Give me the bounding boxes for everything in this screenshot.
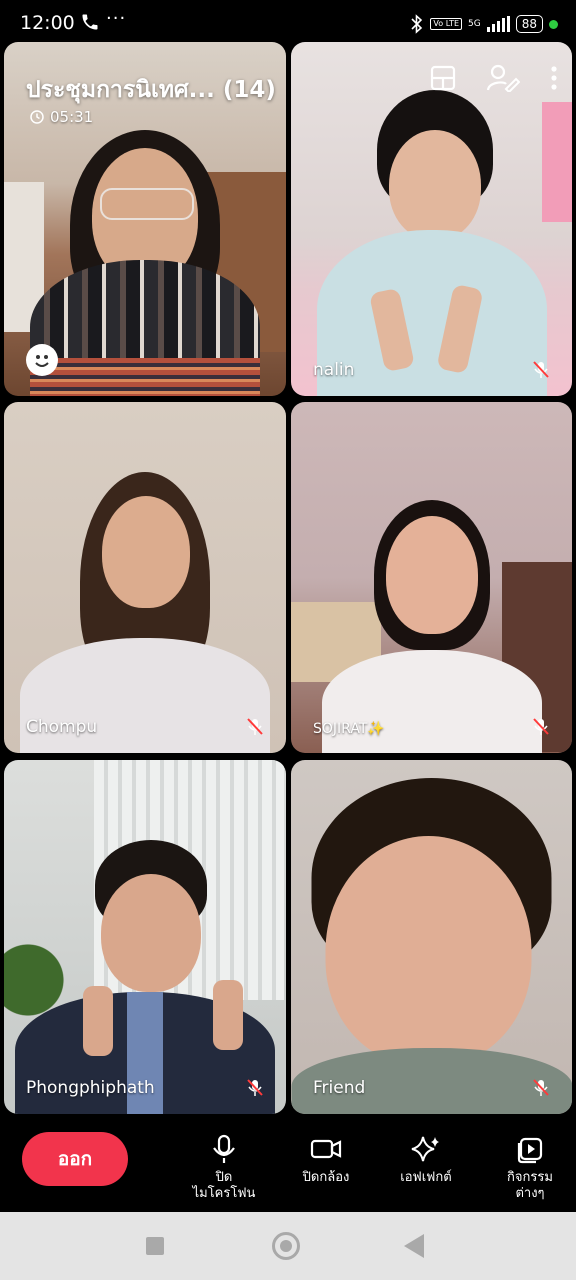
- mic-label-1: ปิด: [215, 1170, 233, 1185]
- mic-muted-icon: [533, 361, 549, 378]
- activities-label-1: กิจกรรม: [507, 1170, 553, 1185]
- mic-muted-icon: [533, 1079, 549, 1096]
- mic-label-2: ไมโครโฟน: [192, 1186, 256, 1201]
- volte-badge: Vo LTE: [430, 18, 463, 30]
- meeting-duration: 05:31: [50, 108, 94, 126]
- mic-muted-icon: [533, 718, 549, 735]
- sparkle-icon: [411, 1136, 439, 1162]
- participant-name: SOJIRAT✨: [313, 721, 385, 737]
- participant-name: Friend: [313, 1078, 366, 1098]
- camera-toggle-button[interactable]: ปิดกล้อง: [280, 1134, 372, 1186]
- phone-icon: [82, 14, 98, 30]
- home-button[interactable]: [272, 1232, 300, 1260]
- participant-tile-chompu[interactable]: Chompu: [4, 402, 286, 753]
- participant-name: Phongphiphath: [26, 1078, 155, 1098]
- recents-button[interactable]: [146, 1237, 164, 1255]
- mic-muted-icon: [247, 1079, 263, 1096]
- status-bar: 12:00 ··· Vo LTE 5G 88: [0, 0, 576, 44]
- camera-icon: [310, 1139, 342, 1159]
- leave-button[interactable]: ออก: [22, 1132, 128, 1186]
- camera-in-use-dot: [549, 19, 558, 29]
- mic-icon: [213, 1134, 235, 1163]
- network-type: 5G: [468, 18, 481, 29]
- activities-label-2: ต่างๆ: [515, 1186, 545, 1201]
- participant-tile-sojirat[interactable]: SOJIRAT✨: [291, 402, 572, 753]
- meeting-timer: 05:31: [30, 108, 93, 126]
- back-button[interactable]: [404, 1234, 424, 1258]
- participant-tile-nalin[interactable]: nalin: [291, 42, 572, 396]
- bluetooth-icon: [411, 14, 423, 34]
- status-time: 12:00: [20, 12, 75, 34]
- meeting-title: ประชุมการนิเทศ... (14): [26, 77, 276, 103]
- participant-name: Chompu: [26, 717, 98, 737]
- system-nav-bar: [0, 1212, 576, 1280]
- emoji-icon[interactable]: [26, 344, 58, 376]
- activities-button[interactable]: กิจกรรม ต่างๆ: [484, 1134, 576, 1202]
- more-vert-icon[interactable]: [550, 65, 558, 91]
- battery-level: 88: [515, 15, 543, 33]
- signal-icon: [486, 16, 510, 32]
- participant-tile-friend[interactable]: Friend: [291, 760, 572, 1114]
- effects-button[interactable]: เอฟเฟกต์: [380, 1134, 472, 1186]
- call-control-bar: ออก ปิด ไมโครโฟน ปิดกล้อง เอฟเฟกต์ กิจกร…: [0, 1124, 576, 1212]
- participant-tile-phongphiphath[interactable]: Phongphiphath: [4, 760, 286, 1114]
- layout-icon[interactable]: [430, 65, 456, 91]
- effects-label: เอฟเฟกต์: [400, 1170, 452, 1185]
- camera-label: ปิดกล้อง: [302, 1170, 350, 1185]
- participant-name: nalin: [313, 360, 355, 380]
- activity-icon: [517, 1137, 543, 1164]
- status-more: ···: [106, 8, 127, 29]
- mic-muted-icon: [247, 718, 263, 735]
- edit-user-icon[interactable]: [486, 64, 520, 92]
- clock-icon: [30, 110, 44, 124]
- mic-toggle-button[interactable]: ปิด ไมโครโฟน: [178, 1134, 270, 1202]
